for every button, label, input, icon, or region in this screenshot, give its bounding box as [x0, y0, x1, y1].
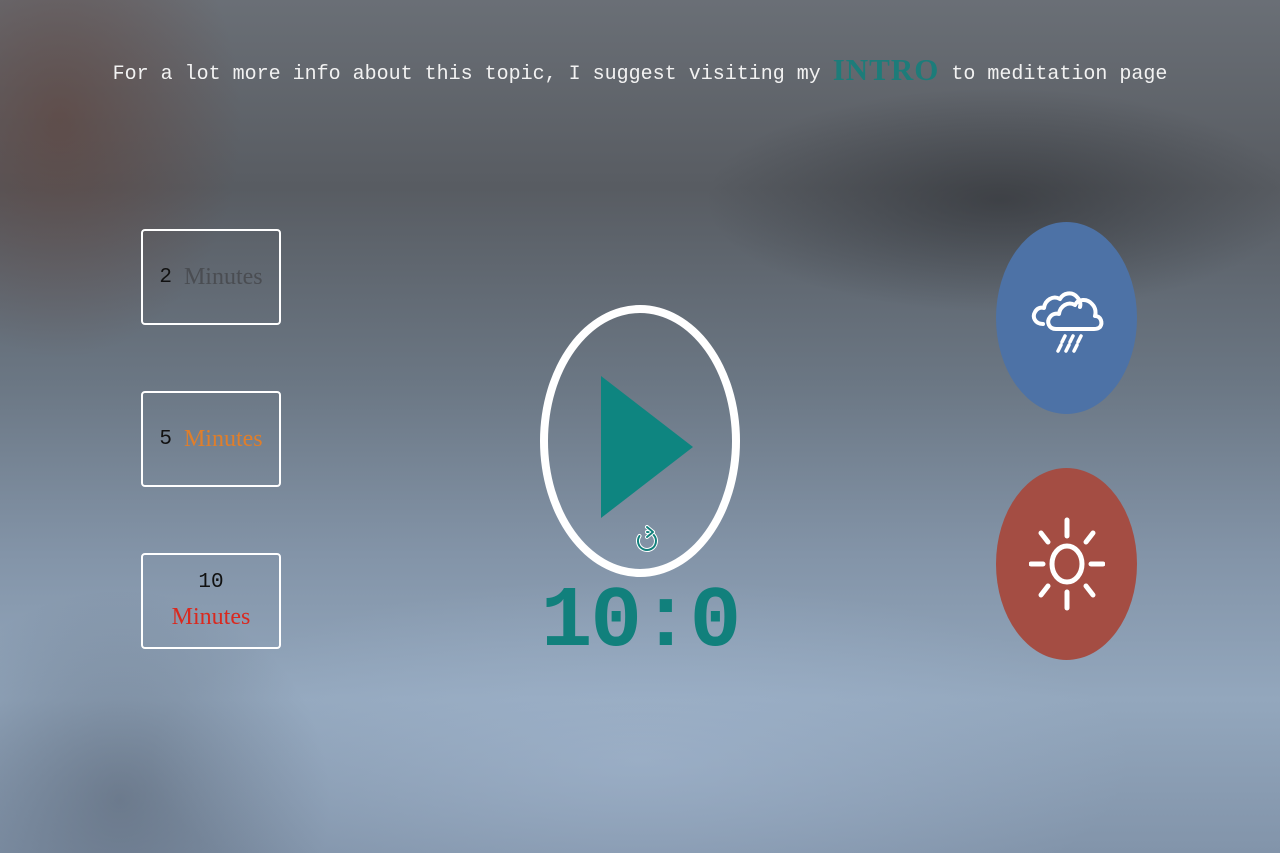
duration-number: 5 — [159, 427, 172, 451]
sun-icon — [1028, 517, 1105, 611]
rain-sound-button[interactable] — [996, 222, 1137, 414]
intro-link[interactable]: INTRO — [833, 52, 940, 87]
play-icon[interactable] — [601, 376, 693, 518]
duration-number: 10 — [198, 571, 224, 594]
reset-icon[interactable] — [634, 525, 660, 555]
duration-5-minutes-button[interactable]: 5 Minutes — [141, 391, 281, 487]
header-text-before: For a lot more info about this topic, I … — [112, 63, 833, 86]
duration-number: 2 — [159, 265, 172, 289]
sun-sound-button[interactable] — [996, 468, 1137, 660]
duration-unit: Minutes — [183, 263, 263, 290]
duration-2-minutes-button[interactable]: 2 Minutes — [141, 229, 281, 325]
duration-unit: Minutes — [183, 425, 263, 452]
play-button[interactable] — [540, 305, 740, 577]
header-text: For a lot more info about this topic, I … — [0, 52, 1280, 88]
duration-10-minutes-button[interactable]: 10 Minutes — [141, 553, 281, 649]
duration-unit: Minutes — [171, 604, 251, 630]
rain-cloud-icon — [1031, 291, 1103, 353]
header-text-after: to meditation page — [939, 63, 1168, 86]
timer-display: 10:0 — [540, 573, 741, 671]
